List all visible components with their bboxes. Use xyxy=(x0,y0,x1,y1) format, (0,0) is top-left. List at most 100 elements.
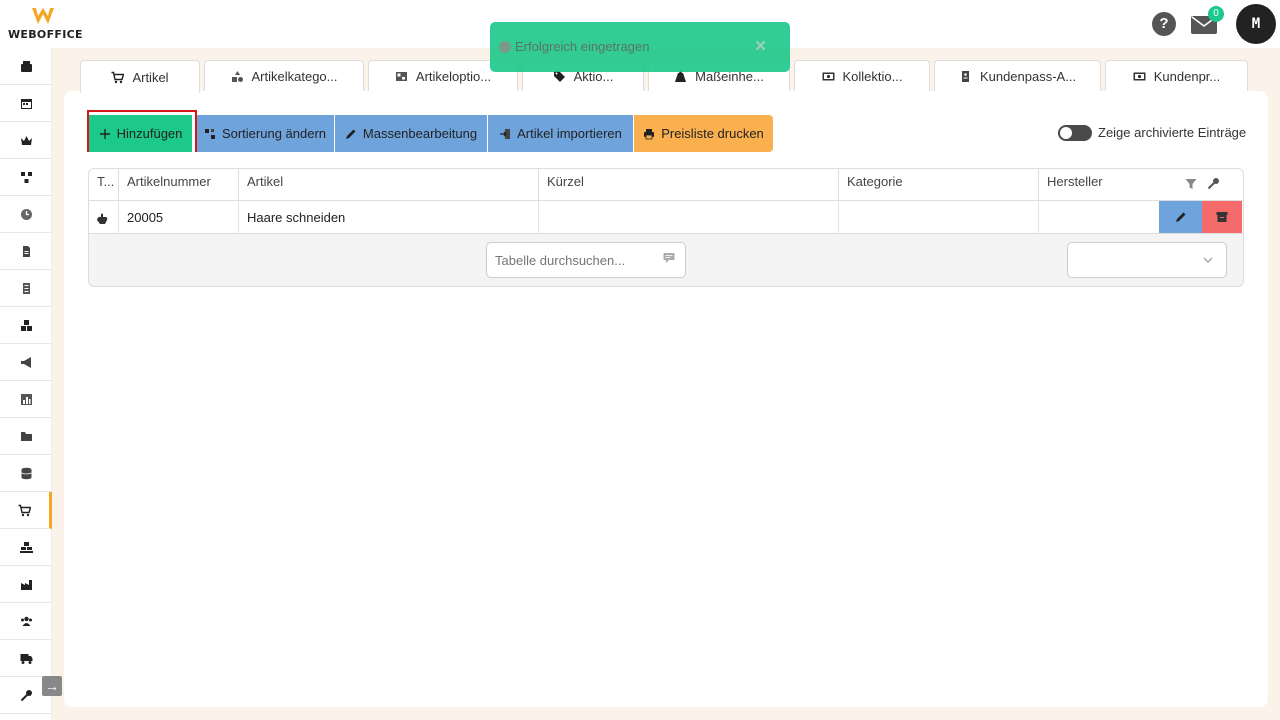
cart-icon xyxy=(111,71,125,83)
tab-kollektionen[interactable]: Kollektio... xyxy=(794,60,930,92)
sidebar-item-document[interactable] xyxy=(0,233,52,270)
column-header-type[interactable]: T... xyxy=(89,169,119,201)
filter-icon[interactable] xyxy=(1185,178,1197,190)
table-row[interactable]: 20005 Haare schneiden xyxy=(89,201,1243,234)
tab-kundenpreise[interactable]: Kundenpr... xyxy=(1105,60,1248,92)
comment-icon xyxy=(663,253,675,263)
add-button-label: Hinzufügen xyxy=(116,126,183,141)
calendar-icon xyxy=(20,98,32,109)
sidebar-item-crown[interactable] xyxy=(0,122,52,159)
printer-icon xyxy=(644,128,655,139)
column-header-article[interactable]: Artikel xyxy=(239,169,539,201)
sidebar-item-list[interactable] xyxy=(0,270,52,307)
articles-table: T... Artikelnummer Artikel Kürzel Katego… xyxy=(88,168,1244,287)
row-category xyxy=(839,201,1039,234)
import-icon xyxy=(500,128,511,139)
column-header-article-number[interactable]: Artikelnummer xyxy=(119,169,239,201)
network-icon xyxy=(20,171,32,183)
sort-button[interactable]: Sortierung ändern xyxy=(196,115,334,152)
sort-button-label: Sortierung ändern xyxy=(221,126,327,141)
table-header: T... Artikelnummer Artikel Kürzel Katego… xyxy=(89,169,1243,201)
wrench-icon[interactable] xyxy=(1207,177,1220,190)
help-icon[interactable]: ? xyxy=(1152,12,1176,36)
import-button[interactable]: Artikel importieren xyxy=(488,115,633,152)
database-icon xyxy=(20,467,32,479)
tab-label: Kundenpass-A... xyxy=(979,69,1077,84)
sidebar-item-industry[interactable] xyxy=(0,566,52,603)
toast-message: Erfolgreich eingetragen xyxy=(515,39,650,54)
sidebar-item-users[interactable] xyxy=(0,603,52,640)
tab-label: Kundenpr... xyxy=(1153,69,1221,84)
hand-icon xyxy=(97,213,108,224)
archived-toggle-label: Zeige archivierte Einträge xyxy=(1098,125,1247,140)
tab-artikel[interactable]: Artikel xyxy=(80,60,200,93)
id-card-icon xyxy=(961,71,969,82)
toast-close-icon[interactable]: × xyxy=(755,36,766,58)
chart-icon xyxy=(20,393,32,405)
bulk-edit-button[interactable]: Massenbearbeitung xyxy=(335,115,487,152)
plus-icon xyxy=(99,128,110,139)
tab-artikelkategorien[interactable]: Artikelkatego... xyxy=(204,60,364,92)
sidebar-item-network[interactable] xyxy=(0,159,52,196)
logo-mark-icon xyxy=(32,8,54,24)
row-article: Haare schneiden xyxy=(239,201,539,234)
sidebar-item-warehouse[interactable] xyxy=(0,529,52,566)
archive-icon xyxy=(1216,212,1228,222)
sidebar-item-clock[interactable] xyxy=(0,196,52,233)
sidebar-item-database[interactable] xyxy=(0,455,52,492)
truck-icon xyxy=(20,653,32,664)
archived-toggle[interactable] xyxy=(1058,125,1092,141)
sidebar-item-cash-register[interactable] xyxy=(0,48,52,85)
bulk-edit-button-label: Massenbearbeitung xyxy=(362,126,478,141)
sidebar-item-boxes[interactable] xyxy=(0,307,52,344)
sidebar-item-folder[interactable] xyxy=(0,418,52,455)
sidebar-item-chart[interactable] xyxy=(0,381,52,418)
user-avatar[interactable]: M xyxy=(1236,4,1276,44)
import-button-label: Artikel importieren xyxy=(517,126,622,141)
warehouse-icon xyxy=(19,541,33,553)
cash-register-icon xyxy=(20,60,32,72)
tab-label: Artikeloptio... xyxy=(415,69,492,84)
clock-icon xyxy=(20,208,32,220)
row-archive-button[interactable] xyxy=(1202,201,1242,233)
sidebar-expand-arrow-icon[interactable]: → xyxy=(42,676,62,696)
table-search-input[interactable] xyxy=(486,242,686,278)
sort-icon xyxy=(204,128,215,139)
chevron-down-icon xyxy=(1203,257,1213,264)
print-price-list-button[interactable]: Preisliste drucken xyxy=(634,115,773,152)
sidebar-item-cart[interactable] xyxy=(0,492,52,529)
tab-label: Artikelkatego... xyxy=(251,69,338,84)
tab-label: Kollektio... xyxy=(842,69,903,84)
tab-kundenpass[interactable]: Kundenpass-A... xyxy=(934,60,1101,92)
industry-icon xyxy=(20,579,32,590)
megaphone-icon xyxy=(20,356,31,368)
sidebar-item-megaphone[interactable] xyxy=(0,344,52,381)
check-circle-icon xyxy=(499,41,511,53)
sidebar xyxy=(0,48,52,720)
logo-text: WEBOFFICE xyxy=(8,28,83,41)
crown-icon xyxy=(20,135,32,145)
sidebar-item-calendar[interactable] xyxy=(0,85,52,122)
print-button-label: Preisliste drucken xyxy=(661,126,764,141)
sidebar-item-truck[interactable] xyxy=(0,640,52,677)
money-icon xyxy=(1133,72,1146,81)
collection-icon xyxy=(822,72,834,81)
add-button[interactable]: Hinzufügen xyxy=(89,115,192,152)
shapes-icon xyxy=(231,71,243,82)
pencil-icon xyxy=(1175,212,1185,222)
cart-icon xyxy=(18,504,31,516)
list-icon xyxy=(22,282,30,294)
tab-label: Artikel xyxy=(132,69,169,85)
weboffice-logo[interactable]: WEBOFFICE xyxy=(6,6,82,42)
row-edit-button[interactable] xyxy=(1159,201,1202,233)
boxes-icon xyxy=(20,319,32,331)
column-header-short[interactable]: Kürzel xyxy=(539,169,839,201)
users-icon xyxy=(20,616,32,626)
folder-icon xyxy=(20,431,32,441)
column-header-category[interactable]: Kategorie xyxy=(839,169,1039,201)
row-type-cell xyxy=(89,201,119,234)
success-toast: Erfolgreich eingetragen × xyxy=(490,22,790,72)
document-icon xyxy=(22,245,30,257)
pencil-icon xyxy=(345,129,356,139)
key-icon xyxy=(20,689,32,701)
